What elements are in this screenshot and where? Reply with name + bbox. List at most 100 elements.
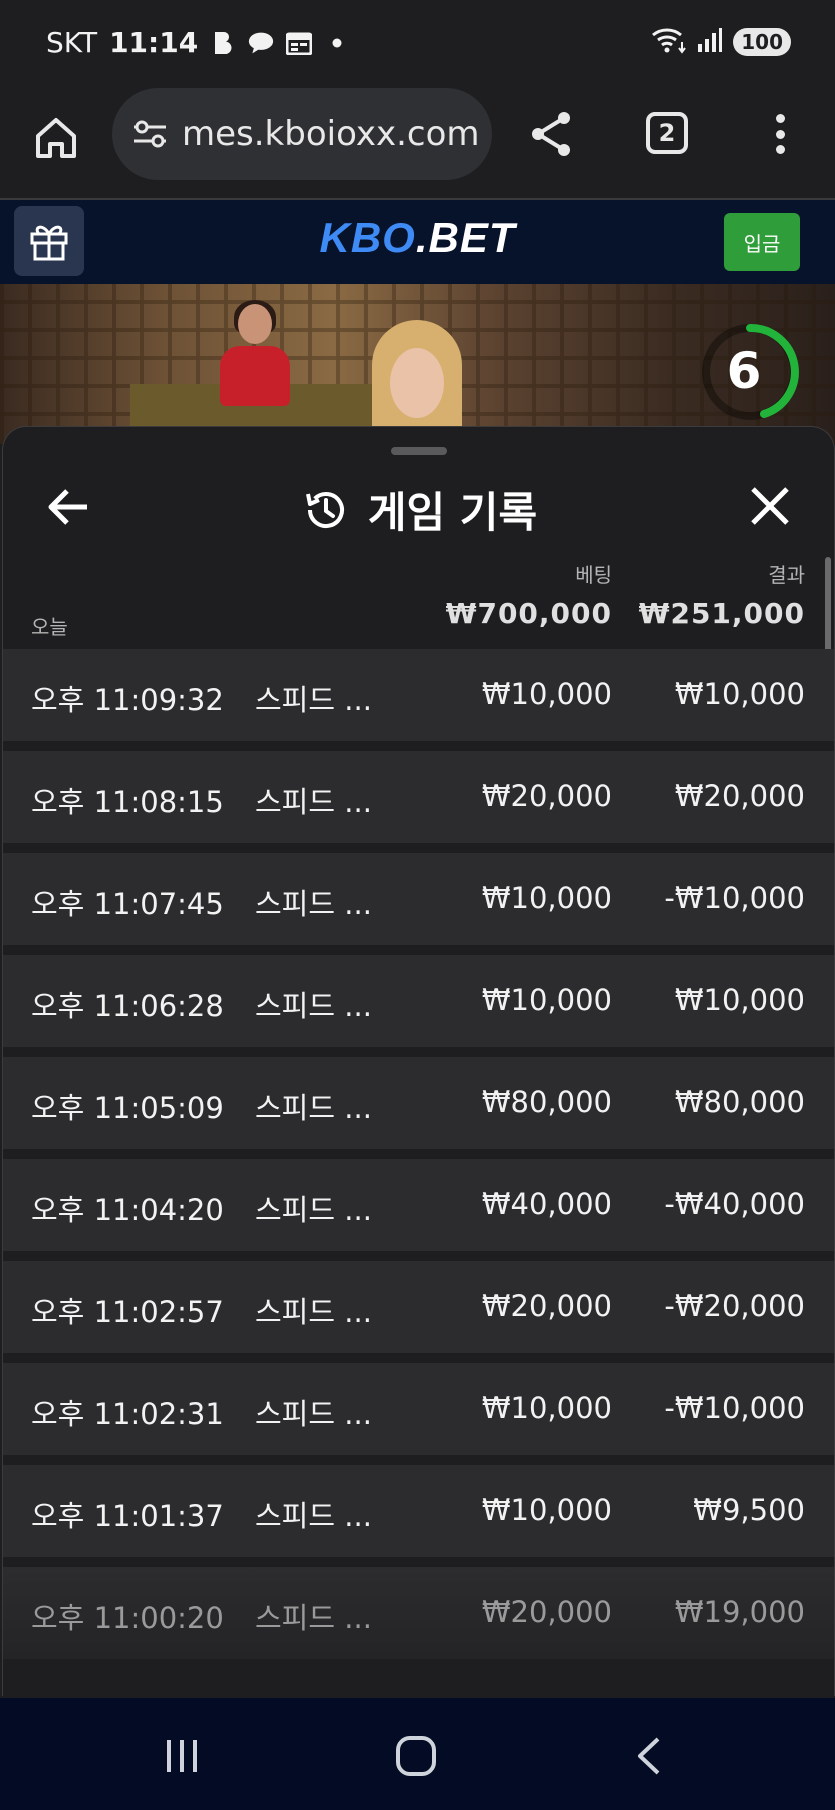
site-logo[interactable]: KBO.BET [0,214,835,262]
row-game: 스피드 ... [255,1397,372,1431]
column-headers: 베팅 결과 [3,559,834,589]
status-bar: SKT 11:14 100 [0,0,835,88]
game-history-sheet: 게임 기록 베팅 결과 오늘 ₩700,000 ₩251,000 오후 11:0… [2,426,835,1696]
history-row[interactable]: 오후 11:02:57 스피드 ... ₩20,000 -₩20,000 [3,1261,834,1353]
sheet-title-text: 게임 기록 [367,488,538,537]
countdown-timer: 6 [698,320,802,424]
daily-summary: 오늘 ₩700,000 ₩251,000 [3,597,834,647]
status-left: SKT 11:14 [46,26,350,59]
recent-apps-icon [167,1740,197,1772]
row-bet: ₩20,000 [481,1289,612,1323]
row-time: 오후 11:05:09 [31,1091,224,1125]
url-text[interactable]: mes.kboioxx.com [182,114,480,154]
live-video[interactable]: 6 [0,284,835,444]
deposit-button[interactable]: 입금 [724,213,800,271]
row-result: ₩10,000 [674,983,805,1017]
drag-handle[interactable] [391,447,447,455]
row-time: 오후 11:07:45 [31,887,224,921]
overflow-menu-button[interactable] [760,110,800,158]
row-bet: ₩20,000 [481,779,612,813]
system-home-button[interactable] [396,1736,436,1776]
system-back-button[interactable] [634,1736,664,1776]
history-row[interactable]: 오후 11:09:32 스피드 ... ₩10,000 ₩10,000 [3,649,834,741]
tabs-button[interactable]: 2 [646,112,688,154]
row-time: 오후 11:01:37 [31,1499,224,1533]
calendar-icon [286,30,313,56]
row-bet: ₩40,000 [481,1187,612,1221]
row-game: 스피드 ... [255,683,372,717]
history-row[interactable]: 오후 11:00:20 스피드 ... ₩20,000 ₩19,000 [3,1567,834,1659]
row-time: 오후 11:02:57 [31,1295,224,1329]
history-row[interactable]: 오후 11:04:20 스피드 ... ₩40,000 -₩40,000 [3,1159,834,1251]
row-game: 스피드 ... [255,1193,372,1227]
row-bet: ₩20,000 [481,1595,612,1629]
history-row[interactable]: 오후 11:05:09 스피드 ... ₩80,000 ₩80,000 [3,1057,834,1149]
row-time: 오후 11:00:20 [31,1601,224,1635]
battery-indicator: 100 [733,28,791,56]
history-list: 오후 11:09:32 스피드 ... ₩10,000 ₩10,000 오후 1… [3,649,834,1669]
b-app-icon [210,30,236,56]
dot-icon [324,30,350,56]
row-bet: ₩10,000 [481,677,612,711]
row-result: -₩10,000 [664,1391,805,1425]
row-game: 스피드 ... [255,989,372,1023]
close-button[interactable] [747,483,793,529]
site-settings-icon[interactable] [130,114,170,154]
clock: 11:14 [109,26,199,59]
row-time: 오후 11:09:32 [31,683,224,717]
row-bet: ₩10,000 [481,881,612,915]
row-result: ₩20,000 [674,779,805,813]
close-icon [751,487,789,525]
bet-column-header: 베팅 [575,563,612,587]
row-game: 스피드 ... [255,1499,372,1533]
menu-dot [775,114,785,123]
history-row[interactable]: 오후 11:01:37 스피드 ... ₩10,000 ₩9,500 [3,1465,834,1557]
result-total: ₩251,000 [638,597,805,630]
sheet-title: 게임 기록 [3,479,834,540]
history-row[interactable]: 오후 11:08:15 스피드 ... ₩20,000 ₩20,000 [3,751,834,843]
row-result: -₩10,000 [664,881,805,915]
row-result: ₩10,000 [674,677,805,711]
row-time: 오후 11:04:20 [31,1193,224,1227]
row-game: 스피드 ... [255,1601,372,1635]
row-game: 스피드 ... [255,887,372,921]
result-column-header: 결과 [768,563,805,587]
row-game: 스피드 ... [255,785,372,819]
row-result: -₩40,000 [664,1187,805,1221]
row-result: ₩9,500 [693,1493,805,1527]
bet-total: ₩700,000 [445,597,612,630]
row-game: 스피드 ... [255,1091,372,1125]
home-button[interactable] [30,112,82,164]
row-bet: ₩80,000 [481,1085,612,1119]
row-bet: ₩10,000 [481,983,612,1017]
menu-dot [775,129,785,139]
site-header: KBO.BET 입금 [0,200,835,284]
talk-icon [248,30,274,56]
wifi-icon [651,26,687,58]
row-result: ₩19,000 [674,1595,805,1629]
scrollbar[interactable] [825,557,831,653]
row-game: 스피드 ... [255,1295,372,1329]
recent-apps-button[interactable] [164,1738,200,1774]
row-time: 오후 11:08:15 [31,785,224,819]
row-time: 오후 11:06:28 [31,989,224,1023]
system-nav-bar [0,1698,835,1810]
signal-icon [697,27,723,57]
row-time: 오후 11:02:31 [31,1397,224,1431]
history-row[interactable]: 오후 11:06:28 스피드 ... ₩10,000 ₩10,000 [3,955,834,1047]
menu-dot [775,145,785,154]
chevron-left-icon [638,1737,660,1775]
row-bet: ₩10,000 [481,1493,612,1527]
address-bar[interactable]: mes.kboioxx.com [112,88,492,180]
home-icon [36,118,76,158]
logo-main: KBO [319,214,416,261]
row-result: ₩80,000 [674,1085,805,1119]
carrier-label: SKT [46,26,98,59]
history-row[interactable]: 오후 11:02:31 스피드 ... ₩10,000 -₩10,000 [3,1363,834,1455]
date-group-label: 오늘 [31,615,68,639]
history-row[interactable]: 오후 11:07:45 스피드 ... ₩10,000 -₩10,000 [3,853,834,945]
history-icon [305,491,344,528]
countdown-value: 6 [727,342,762,400]
share-button[interactable] [526,108,578,160]
status-right: 100 [651,26,791,58]
